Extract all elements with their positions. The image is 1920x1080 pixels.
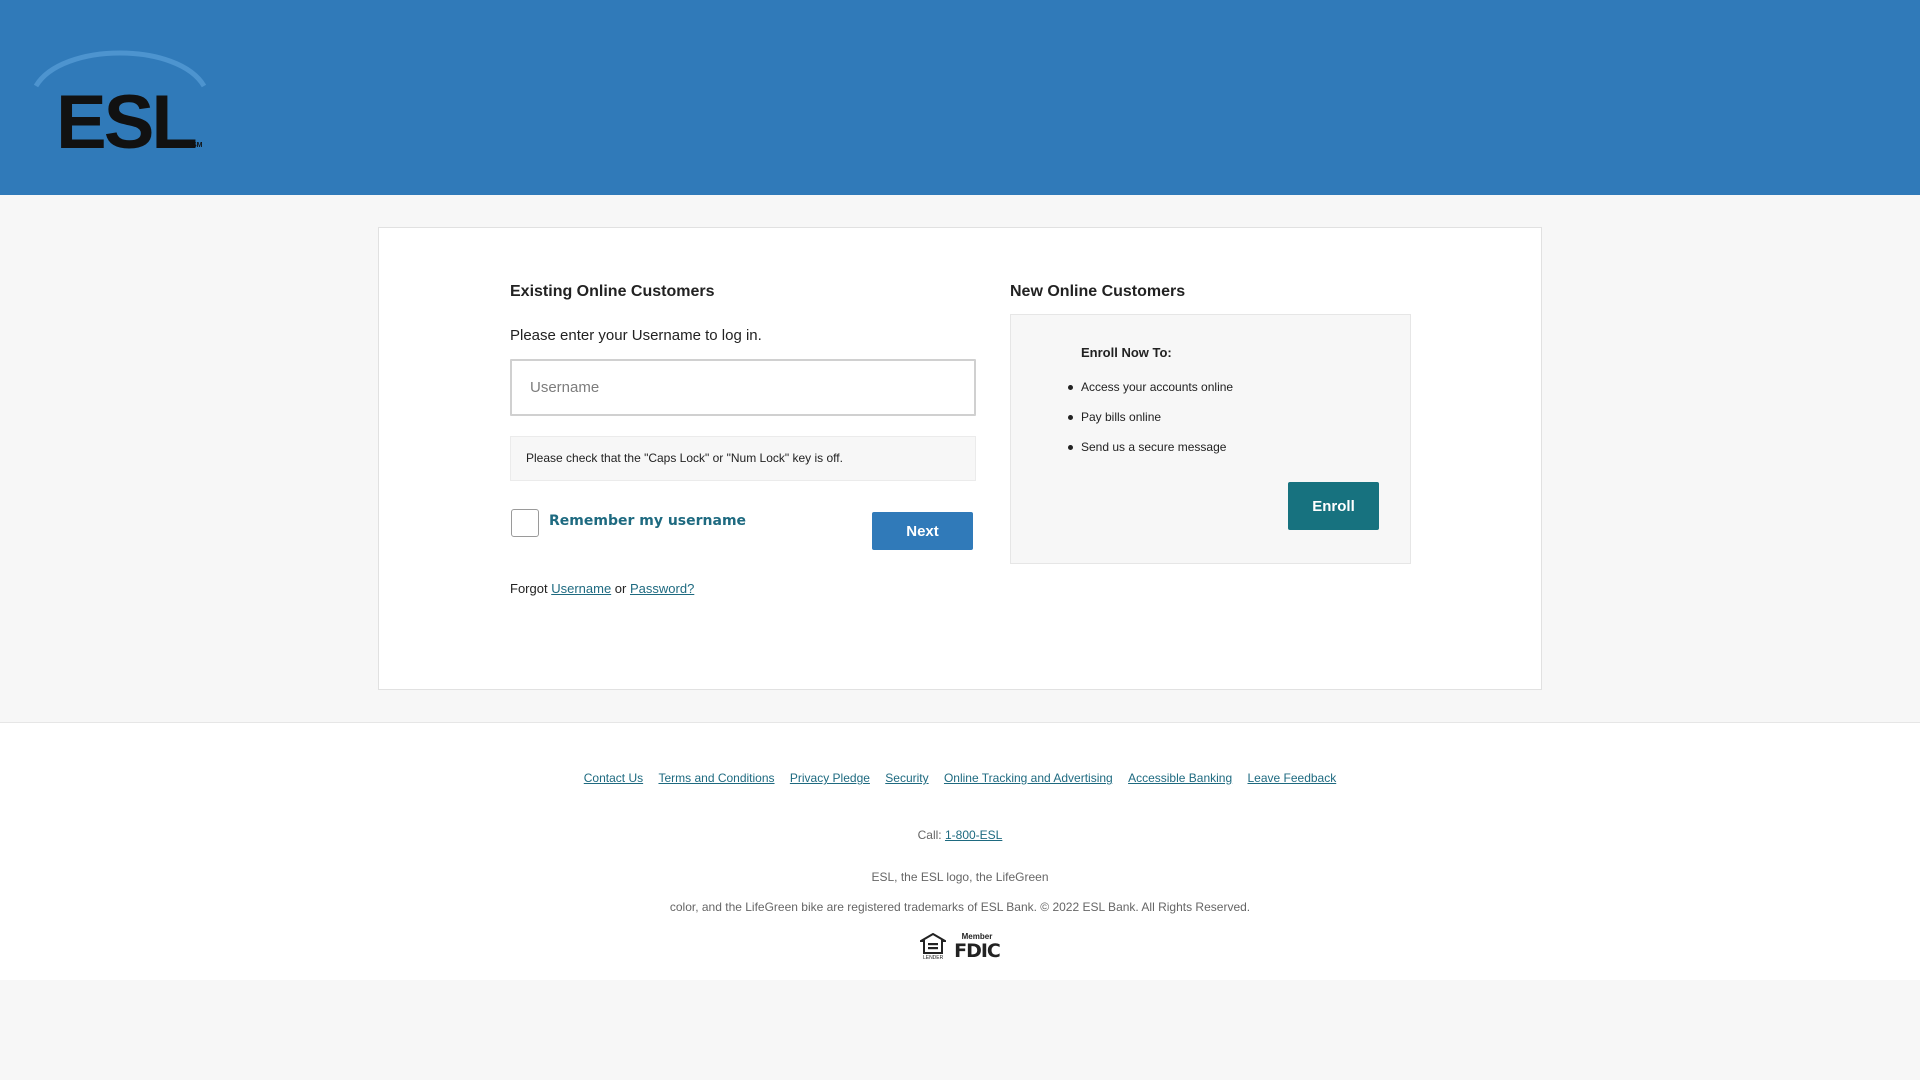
enroll-box: Enroll Now To: Access your accounts onli…	[1010, 314, 1411, 564]
svg-text:SM: SM	[192, 142, 203, 149]
existing-customers-title: Existing Online Customers	[510, 283, 715, 300]
list-item: Send us a secure message	[1066, 439, 1233, 469]
esl-logo[interactable]: ESL SM	[32, 46, 208, 152]
footer-links: Contact Us Terms and Conditions Privacy …	[0, 771, 1920, 785]
username-input[interactable]	[510, 359, 976, 416]
esl-logo-icon: ESL SM	[33, 50, 207, 152]
remember-username-checkbox[interactable]	[511, 509, 539, 537]
enroll-heading: Enroll Now To:	[1081, 345, 1172, 360]
footer-link-online-tracking[interactable]: Online Tracking and Advertising	[944, 771, 1113, 785]
new-customers-title: New Online Customers	[1010, 283, 1186, 300]
equal-housing-lender-icon	[920, 933, 947, 954]
enroll-button[interactable]: Enroll	[1288, 482, 1379, 530]
site-header: ESL SM	[0, 0, 1920, 195]
next-button[interactable]: Next	[872, 512, 973, 550]
list-item: Pay bills online	[1066, 409, 1233, 439]
forgot-prefix: Forgot	[510, 581, 548, 596]
footer-link-terms[interactable]: Terms and Conditions	[658, 771, 774, 785]
footer-link-leave-feedback[interactable]: Leave Feedback	[1247, 771, 1336, 785]
call-line: Call: 1-800-ESL	[0, 828, 1920, 842]
caps-lock-note: Please check that the "Caps Lock" or "Nu…	[510, 436, 976, 481]
svg-text:ESL: ESL	[56, 80, 196, 152]
list-item: Access your accounts online	[1066, 379, 1233, 409]
site-footer: Contact Us Terms and Conditions Privacy …	[0, 722, 1920, 980]
login-panel: Existing Online Customers Please enter y…	[378, 227, 1542, 690]
footer-link-security[interactable]: Security	[885, 771, 928, 785]
footer-link-contact-us[interactable]: Contact Us	[584, 771, 643, 785]
ehl-text: LENDER	[922, 955, 944, 961]
remember-username[interactable]: Remember my username	[510, 508, 746, 538]
equal-housing-lender-badge: LENDER	[920, 928, 947, 961]
phone-link[interactable]: 1-800-ESL	[945, 828, 1002, 842]
footer-link-accessible-banking[interactable]: Accessible Banking	[1128, 771, 1232, 785]
call-prefix: Call:	[917, 828, 942, 842]
forgot-username-link[interactable]: Username	[551, 581, 611, 596]
fdic-badge: Member FDIC	[954, 928, 1001, 962]
forgot-or: or	[614, 581, 627, 596]
legal-text-line-2: color, and the LifeGreen bike are regist…	[669, 900, 1251, 914]
bullet-icon	[1068, 415, 1073, 420]
remember-username-label[interactable]: Remember my username	[549, 513, 746, 529]
bullet-icon	[1068, 445, 1073, 450]
footer-link-privacy[interactable]: Privacy Pledge	[790, 771, 870, 785]
legal-text-line-1: ESL, the ESL logo, the LifeGreen	[871, 870, 1049, 884]
regulatory-badges: LENDER Member FDIC	[0, 928, 1920, 961]
login-prompt: Please enter your Username to log in.	[510, 327, 762, 344]
forgot-password-link[interactable]: Password?	[630, 581, 694, 596]
enroll-benefits-list: Access your accounts online Pay bills on…	[1066, 379, 1233, 469]
forgot-credentials: Forgot Username or Password?	[510, 581, 694, 596]
fdic-logo-text: FDIC	[954, 940, 1001, 962]
bullet-icon	[1068, 385, 1073, 390]
